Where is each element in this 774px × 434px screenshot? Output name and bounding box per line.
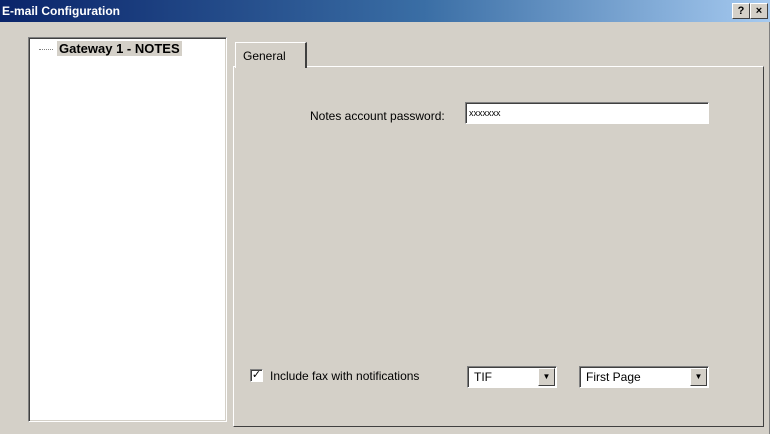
include-fax-label[interactable]: Include fax with notifications [270,369,419,383]
tab-general-label: General [243,49,286,63]
close-button[interactable]: × [750,3,768,19]
chevron-down-icon[interactable]: ▼ [538,368,555,386]
email-configuration-dialog: E-mail Configuration ? × Gateway 1 - NOT… [0,0,770,434]
fax-pages-dropdown[interactable]: First Page ▼ [579,366,709,388]
fax-format-dropdown[interactable]: TIF ▼ [467,366,557,388]
tree-item-gateway-1[interactable]: Gateway 1 - NOTES [57,41,182,56]
fax-format-value: TIF [474,370,492,384]
tree-connector-line [39,49,53,50]
gateway-tree[interactable]: Gateway 1 - NOTES [28,37,227,422]
tab-general[interactable]: General [235,42,307,68]
help-button[interactable]: ? [732,3,750,19]
title-bar: E-mail Configuration ? × [0,0,770,22]
chevron-down-icon[interactable]: ▼ [690,368,707,386]
fax-pages-value: First Page [586,370,641,384]
include-fax-checkbox[interactable]: ✓ [250,369,263,382]
notes-password-input[interactable] [465,102,709,124]
password-label: Notes account password: [310,109,445,123]
window-title: E-mail Configuration [2,4,120,18]
